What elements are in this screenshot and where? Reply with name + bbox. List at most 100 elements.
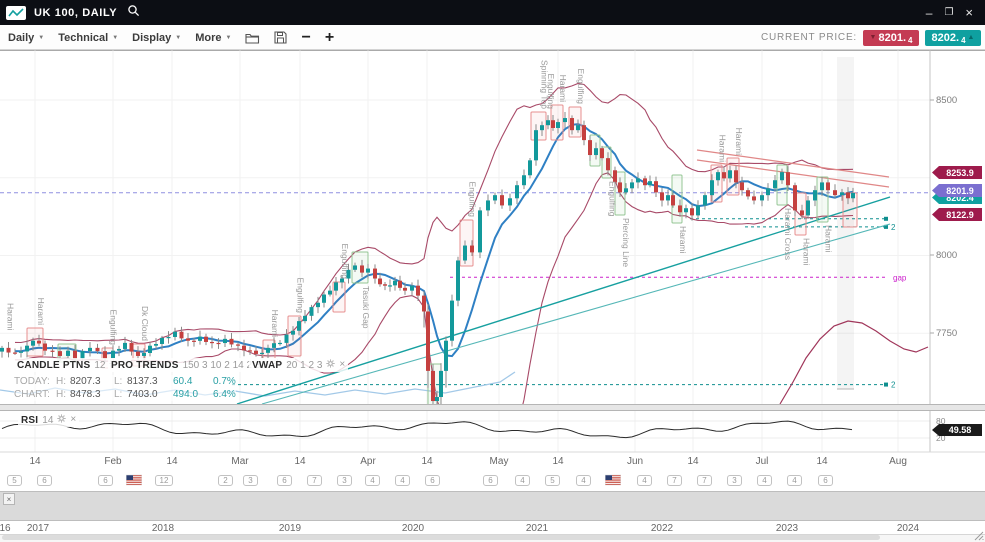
x-axis-tick-label: 14 [157, 456, 187, 467]
nav-year-label: 2022 [645, 523, 679, 534]
us-flag-icon[interactable] [126, 474, 142, 486]
navigator-close-icon[interactable]: × [3, 493, 15, 505]
x-axis-tick-label: Jun [620, 456, 650, 467]
svg-text:Harami: Harami [718, 135, 728, 163]
event-count-badge[interactable]: 7 [667, 475, 682, 486]
scrollbar-thumb[interactable] [2, 535, 880, 540]
event-count-badge[interactable]: 7 [697, 475, 712, 486]
today-stats-row: TODAY:H:8207.3L:8137.360.40.7% [14, 375, 236, 388]
gear-icon[interactable] [57, 414, 66, 426]
x-axis-tick-label: Jul [747, 456, 777, 467]
rsi-value-tag: 49.58 [932, 424, 982, 436]
nav-year-label: 2017 [21, 523, 55, 534]
indicator-name: PRO TRENDS [111, 360, 179, 371]
nav-year-label: 2018 [146, 523, 180, 534]
svg-text:Dk Cloud: Dk Cloud [140, 306, 150, 341]
x-axis-tick-label: 14 [543, 456, 573, 467]
svg-text:Engulfing: Engulfing [546, 74, 556, 110]
event-count-badge[interactable]: 6 [483, 475, 498, 486]
svg-text:Piercing Line: Piercing Line [621, 218, 631, 267]
event-count-badge[interactable]: 6 [818, 475, 833, 486]
x-axis-tick-label: 14 [678, 456, 708, 467]
svg-text:Harami: Harami [436, 413, 446, 441]
indicator-params: 20 1 2 3 [286, 360, 322, 371]
nav-year-label: 2019 [273, 523, 307, 534]
svg-text:Engulfing: Engulfing [608, 181, 618, 217]
x-axis-tick-label: 14 [20, 456, 50, 467]
x-axis-tick-label: 14 [807, 456, 837, 467]
event-count-badge[interactable]: 4 [395, 475, 410, 486]
indicator-name: VWAP [252, 360, 282, 371]
indicator-chip-vwap: VWAP 20 1 2 3 × [249, 358, 348, 372]
event-count-badge[interactable]: 3 [243, 475, 258, 486]
x-axis-tick-label: Apr [353, 456, 383, 467]
event-count-badge[interactable]: 4 [787, 475, 802, 486]
price-tick-label: 8000 [936, 250, 957, 261]
svg-text:Engulfing: Engulfing [340, 244, 350, 280]
svg-text:Harami: Harami [558, 75, 568, 103]
svg-text:Harami: Harami [824, 225, 834, 253]
price-stats: TODAY:H:8207.3L:8137.360.40.7% CHART:H:8… [14, 375, 236, 401]
x-axis-tick-label: 14 [412, 456, 442, 467]
price-tag: 8122.9 [932, 208, 982, 221]
svg-text:Tasuki Gap: Tasuki Gap [361, 286, 371, 329]
price-tick-label: 7750 [936, 328, 957, 339]
navigator-panel[interactable] [0, 491, 985, 521]
svg-text:Harami: Harami [36, 298, 46, 326]
nav-year-label: 2024 [891, 523, 925, 534]
us-flag-icon[interactable] [605, 474, 621, 486]
svg-text:Harami: Harami [6, 303, 16, 331]
event-count-badge[interactable]: 12 [155, 475, 173, 486]
event-count-badge[interactable]: 7 [307, 475, 322, 486]
x-axis-tick-label: Aug [883, 456, 913, 467]
event-count-badge[interactable]: 6 [37, 475, 52, 486]
svg-text:Engulfing: Engulfing [576, 69, 586, 105]
resize-grip-icon[interactable] [972, 529, 984, 541]
nav-year-label: 2021 [520, 523, 554, 534]
indicator-name: RSI [21, 415, 38, 426]
svg-text:Harami: Harami [734, 128, 744, 156]
x-axis-tick-label: 14 [285, 456, 315, 467]
event-count-badge[interactable]: 2 [218, 475, 233, 486]
svg-text:2: 2 [891, 223, 896, 232]
price-tick-label: 8500 [936, 95, 957, 106]
indicator-chip-rsi: RSI 14 × [18, 413, 79, 427]
event-count-badge[interactable]: 4 [637, 475, 652, 486]
nav-year-label: 16 [0, 523, 22, 534]
indicator-params: 14 [42, 415, 53, 426]
event-count-badge[interactable]: 6 [425, 475, 440, 486]
svg-text:Engulfing: Engulfing [296, 278, 306, 314]
svg-text:Engulfing: Engulfing [109, 310, 119, 346]
chart-stats-row: CHART:H:8478.3L:7403.0494.06.4% [14, 388, 236, 401]
svg-text:Harami Cross: Harami Cross [783, 208, 793, 260]
price-tag: 8253.9 [932, 166, 982, 179]
x-axis-tick-label: Mar [225, 456, 255, 467]
event-count-badge[interactable]: 6 [98, 475, 113, 486]
svg-text:Harami: Harami [678, 226, 688, 254]
event-count-badge[interactable]: 4 [515, 475, 530, 486]
svg-text:Harami: Harami [270, 310, 280, 338]
nav-year-label: 2023 [770, 523, 804, 534]
event-count-badge[interactable]: 4 [365, 475, 380, 486]
event-count-badge[interactable]: 3 [337, 475, 352, 486]
svg-text:2: 2 [891, 381, 896, 390]
event-count-badge[interactable]: 5 [545, 475, 560, 486]
svg-text:Harami: Harami [802, 238, 812, 266]
indicator-params: 12 [94, 360, 105, 371]
close-icon[interactable]: × [339, 360, 345, 370]
gear-icon[interactable] [326, 359, 335, 371]
svg-text:gap: gap [893, 273, 907, 282]
svg-text:Engulfing: Engulfing [468, 182, 478, 218]
close-icon[interactable]: × [70, 415, 76, 425]
event-count-badge[interactable]: 5 [7, 475, 22, 486]
event-count-badge[interactable]: 6 [277, 475, 292, 486]
event-count-badge[interactable]: 3 [727, 475, 742, 486]
x-axis-tick-label: Feb [98, 456, 128, 467]
event-count-badge[interactable]: 4 [757, 475, 772, 486]
x-axis-tick-label: May [484, 456, 514, 467]
indicator-name: CANDLE PTNS [17, 360, 90, 371]
price-tag: 8201.9 [932, 184, 982, 197]
nav-year-label: 2020 [396, 523, 430, 534]
panel-splitter[interactable] [0, 404, 985, 411]
event-count-badge[interactable]: 4 [576, 475, 591, 486]
